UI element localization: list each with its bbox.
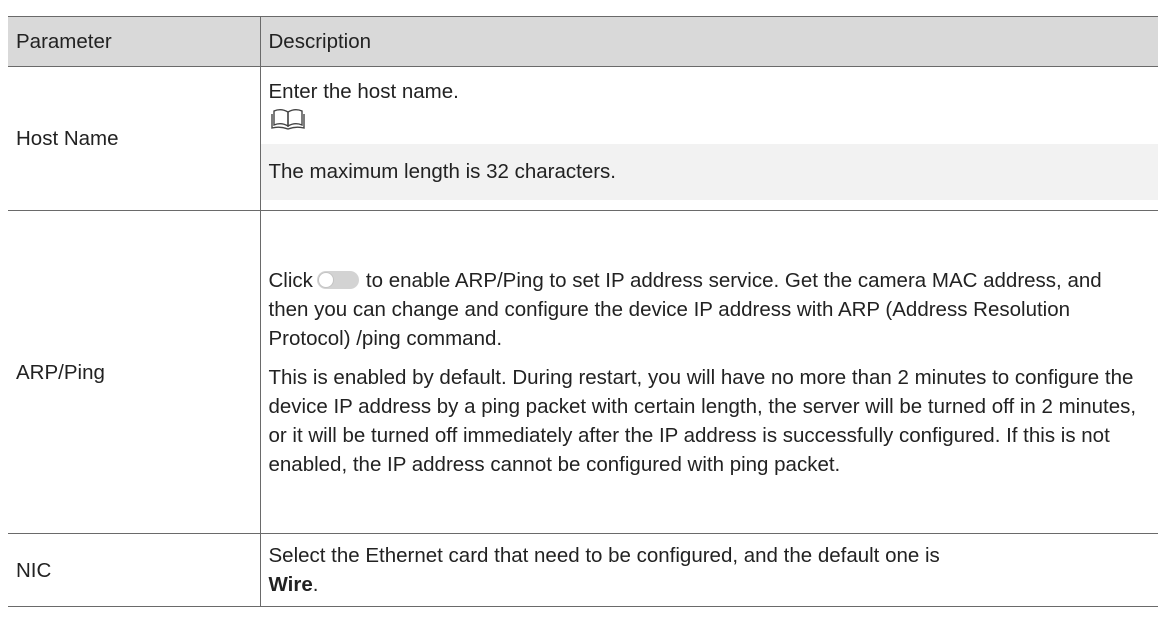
- nic-default-value: Wire: [268, 573, 313, 596]
- nic-period: .: [312, 573, 319, 596]
- arp-ping-paragraph-2: This is enabled by default. During resta…: [268, 365, 1137, 476]
- toggle-knob: [317, 271, 334, 288]
- arp-click-text: Click: [268, 268, 313, 292]
- param-host-name: Host Name: [8, 66, 260, 211]
- desc-nic: Select the Ethernet card that need to be…: [259, 533, 1158, 607]
- toggle-switch-icon: [316, 270, 359, 289]
- arp-ping-paragraph-1: Click to enable ARP/Ping to set IP addres…: [269, 266, 1147, 353]
- book-note-icon: [270, 108, 305, 130]
- desc-arp-ping: Click to enable ARP/Ping to set IP addres…: [259, 210, 1158, 534]
- document-page: Parameter Description Host Name Enter th…: [0, 0, 1161, 624]
- header-description: Description: [259, 16, 1158, 67]
- table-row-arp-ping: ARP/Ping Click to enable ARP/Ping to set …: [8, 210, 1158, 534]
- param-arp-ping: ARP/Ping: [8, 210, 260, 534]
- table-row-host-name: Host Name Enter the host name. The maxim…: [8, 66, 1158, 211]
- arp-enable-text: to enable ARP/Ping to set IP address ser…: [268, 268, 1102, 350]
- parameter-table: Parameter Description Host Name Enter th…: [8, 16, 1158, 607]
- table-row-nic: NIC Select the Ethernet card that need t…: [8, 533, 1158, 607]
- table-header-row: Parameter Description: [8, 16, 1158, 67]
- desc-host-name: Enter the host name. The maximum length …: [259, 66, 1158, 211]
- param-nic: NIC: [8, 533, 260, 607]
- note-box: The maximum length is 32 characters.: [260, 144, 1158, 200]
- nic-description-text: Select the Ethernet card that need to be…: [268, 544, 940, 567]
- header-parameter: Parameter: [8, 16, 260, 67]
- host-name-description: Enter the host name.: [268, 80, 459, 103]
